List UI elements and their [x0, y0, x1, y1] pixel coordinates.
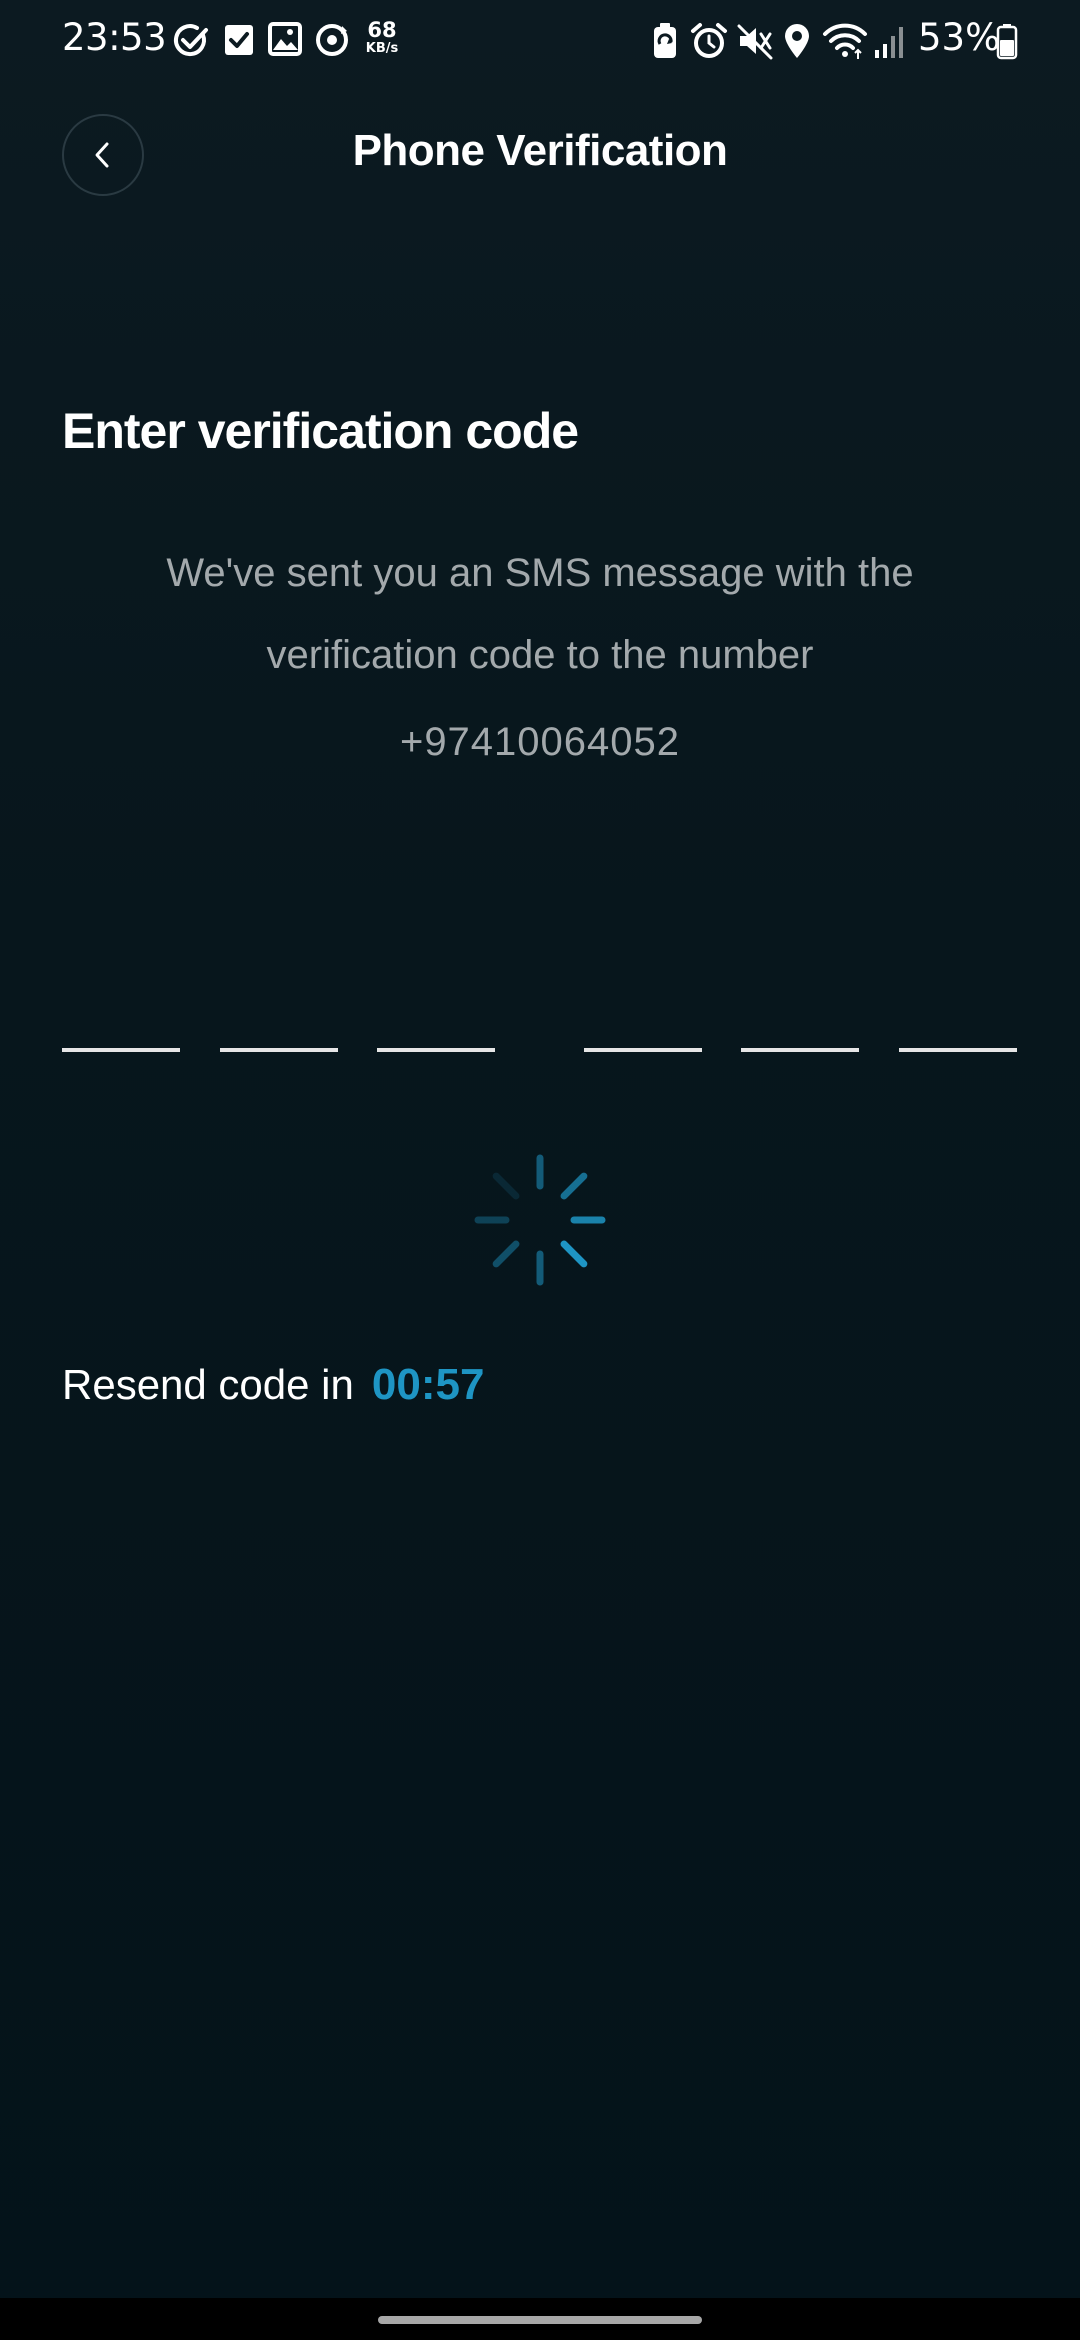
battery-percent: 53%	[918, 16, 1001, 59]
otp-digit-4[interactable]	[584, 1000, 702, 1052]
checkbox-icon	[225, 25, 253, 55]
sms-info-message: We've sent you an SMS message with the v…	[166, 551, 914, 677]
otp-digit-1[interactable]	[62, 1000, 180, 1052]
alarm-icon	[691, 23, 727, 58]
resend-label: Resend code in	[62, 1361, 354, 1408]
wifi-icon	[823, 23, 867, 59]
otp-digit-2[interactable]	[220, 1000, 338, 1052]
phone-number: +97410064052	[399, 720, 681, 764]
check-circle-icon	[173, 24, 208, 57]
spinner-segment	[560, 1240, 588, 1268]
signal-icon	[875, 27, 903, 58]
status-bar: 23:53 68 KB/s 53%	[0, 0, 1080, 84]
spinner-segment	[560, 1172, 588, 1200]
mute-vibrate-icon	[737, 24, 773, 60]
battery-icon	[996, 24, 1018, 60]
loading-spinner-icon	[474, 1154, 606, 1286]
page-title: Phone Verification	[352, 126, 728, 175]
resend-countdown: 00:57	[371, 1360, 485, 1409]
otp-digit-6[interactable]	[899, 1000, 1017, 1052]
spinner-segment	[492, 1240, 520, 1268]
resend-row: Resend code in 00:57	[62, 1360, 484, 1410]
location-icon	[785, 24, 809, 58]
battery-saver-icon	[654, 23, 676, 58]
network-speed: 68 KB/s	[365, 18, 399, 56]
sync-icon	[316, 24, 348, 56]
section-heading: Enter verification code	[62, 403, 579, 459]
status-time: 23:53	[62, 16, 167, 59]
spinner-segment	[492, 1172, 520, 1200]
otp-digit-3[interactable]	[377, 1000, 495, 1052]
gallery-icon	[268, 22, 302, 56]
otp-digit-5[interactable]	[741, 1000, 859, 1052]
home-indicator[interactable]	[378, 2316, 702, 2324]
